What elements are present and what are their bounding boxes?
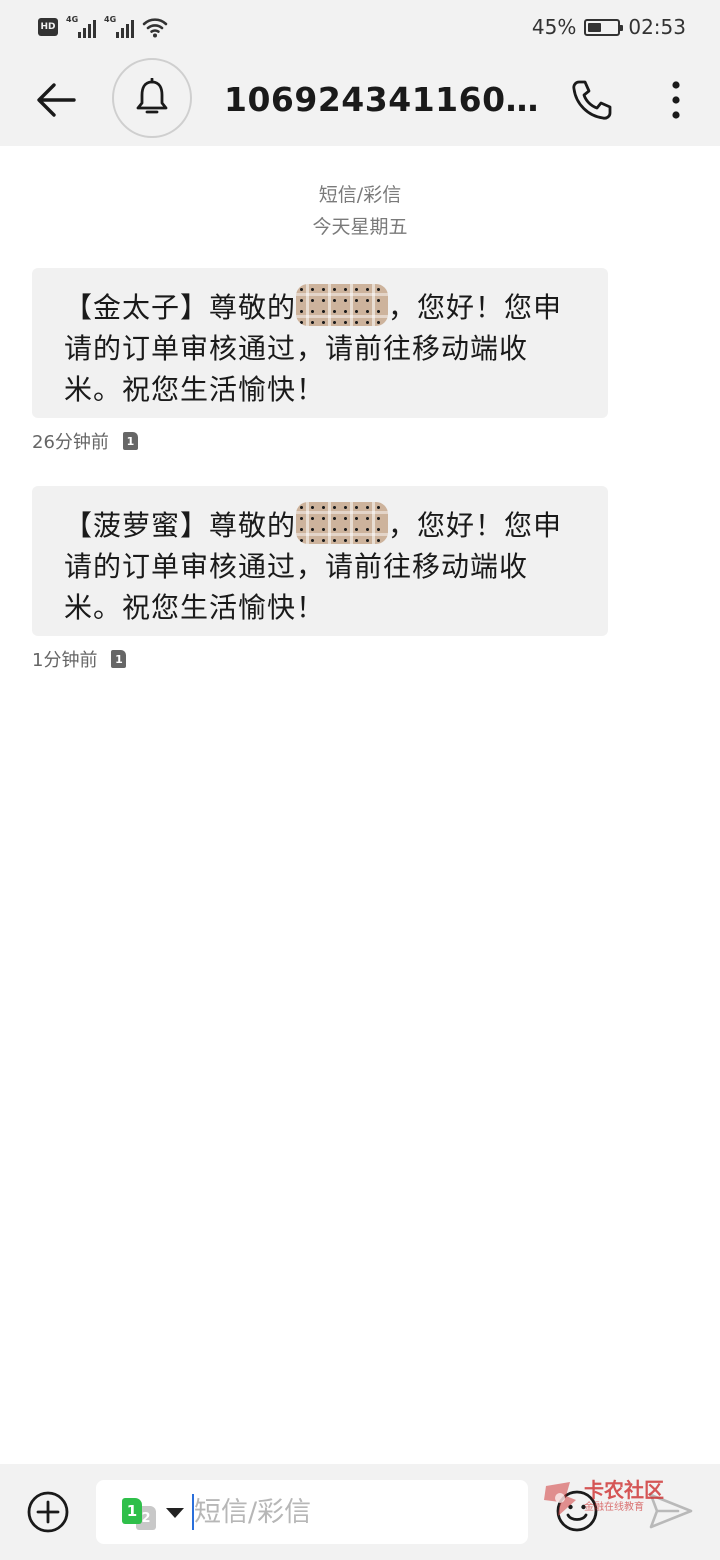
more-vertical-icon [672, 81, 680, 119]
call-button[interactable] [566, 74, 618, 126]
channel-label: 短信/彩信 [318, 184, 402, 206]
arrow-left-icon [37, 83, 76, 117]
redacted-name [296, 502, 389, 544]
chevron-down-icon [166, 1508, 184, 1518]
hd-icon: HD [38, 18, 58, 36]
composer-bar: 2 1 [0, 1464, 720, 1560]
sim-selector[interactable]: 2 1 [118, 1496, 184, 1530]
more-options-button[interactable] [650, 74, 702, 126]
sim-card-icon: 1 [122, 432, 138, 450]
message-bubble[interactable]: 【金太子】尊敬的 ，您好！您申请的订单审核通过，请前往移动端收米。祝您生活愉快！ [32, 268, 608, 418]
message-input-box: 2 1 [96, 1480, 528, 1544]
message-meta: 26分钟前 1 [32, 428, 138, 454]
send-icon [649, 1493, 693, 1529]
message-input[interactable] [194, 1488, 514, 1536]
send-button[interactable] [646, 1486, 696, 1536]
battery-percent: 45% [531, 15, 577, 39]
status-left: HD 4G 4G [38, 14, 168, 40]
sim-1-icon: 1 [122, 1498, 142, 1524]
phone-icon [572, 80, 612, 120]
back-button[interactable] [30, 74, 82, 126]
network-type-label: 4G [66, 15, 79, 24]
plus-circle-icon [27, 1491, 69, 1533]
message-text: 【金太子】尊敬的 [64, 291, 297, 324]
emoji-button[interactable] [552, 1486, 602, 1536]
battery-fill [588, 22, 602, 32]
sim-card-icon: 1 [111, 650, 127, 668]
date-separator: 今天星期五 [312, 216, 408, 238]
clock: 02:53 [628, 15, 686, 39]
battery-icon [584, 18, 624, 36]
redacted-name [296, 284, 389, 326]
status-bar: HD 4G 4G 45% 02:53 [0, 0, 720, 54]
message-timestamp: 1分钟前 [32, 650, 98, 671]
message-text: 【菠萝蜜】尊敬的 [64, 509, 297, 542]
message-timestamp: 26分钟前 [32, 432, 109, 453]
contact-avatar[interactable] [112, 58, 192, 138]
network-type-label: 4G [104, 15, 117, 24]
signal-icon: 4G [104, 15, 134, 38]
conversation-title: 10692434116007... [224, 80, 542, 119]
wifi-icon [142, 16, 168, 38]
status-right: 45% 02:53 [532, 13, 686, 41]
smiley-icon [556, 1490, 598, 1532]
messaging-app: HD 4G 4G 45% 02:53 1069243411600 短信/彩信 今… [0, 0, 720, 1560]
message-bubble[interactable]: 【菠萝蜜】尊敬的 ，您好！您申请的订单审核通过，请前往移动端收米。祝您生活愉快！ [32, 486, 608, 636]
attach-button[interactable] [24, 1488, 72, 1536]
conversation-header: 10692434116007... [0, 54, 720, 146]
signal-icon: 4G [66, 15, 96, 38]
message-meta: 1分钟前 1 [32, 646, 127, 672]
bell-icon [136, 78, 168, 114]
